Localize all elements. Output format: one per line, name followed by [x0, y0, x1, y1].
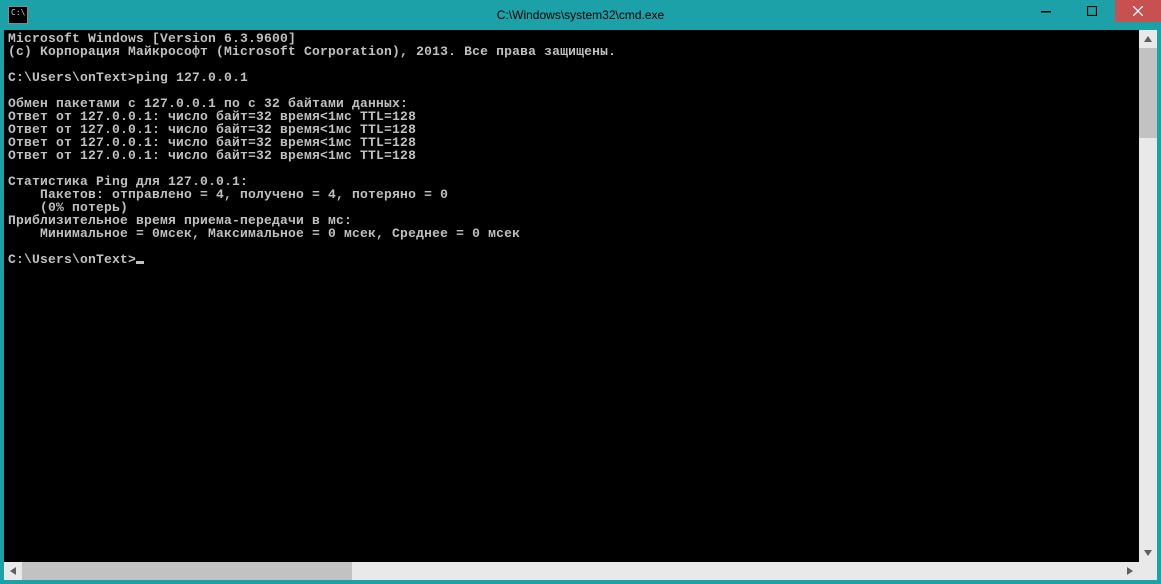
chevron-down-icon — [1144, 550, 1152, 556]
chevron-left-icon — [10, 567, 16, 575]
scroll-right-button[interactable] — [1121, 562, 1139, 580]
terminal-output: Microsoft Windows [Version 6.3.9600] (c)… — [8, 32, 1135, 266]
minimize-button[interactable] — [1023, 0, 1069, 22]
chevron-up-icon — [1144, 36, 1152, 42]
close-icon — [1133, 6, 1143, 16]
vertical-scroll-track[interactable] — [1139, 48, 1157, 544]
vertical-scroll-thumb[interactable] — [1139, 48, 1157, 138]
scroll-up-button[interactable] — [1139, 30, 1157, 48]
line-reply-4: Ответ от 127.0.0.1: число байт=32 время<… — [8, 148, 416, 163]
prompt-2-path: C:\Users\onText> — [8, 252, 136, 267]
scrollbar-corner — [1139, 562, 1157, 580]
cmd-icon[interactable] — [8, 6, 28, 24]
console-viewport[interactable]: Microsoft Windows [Version 6.3.9600] (c)… — [4, 30, 1139, 562]
scroll-left-button[interactable] — [4, 562, 22, 580]
close-button[interactable] — [1115, 0, 1161, 22]
window-controls — [1023, 0, 1161, 22]
chevron-right-icon — [1127, 567, 1133, 575]
prompt-1-path: C:\Users\onText> — [8, 70, 136, 85]
maximize-button[interactable] — [1069, 0, 1115, 22]
line-header-2: (c) Корпорация Майкрософт (Microsoft Cor… — [8, 44, 616, 59]
prompt-1-cmd: ping 127.0.0.1 — [136, 70, 248, 85]
vertical-scrollbar[interactable] — [1139, 30, 1157, 562]
minimize-icon — [1041, 6, 1051, 16]
horizontal-scroll-track[interactable] — [22, 562, 1121, 580]
horizontal-scrollbar[interactable] — [4, 562, 1139, 580]
maximize-icon — [1087, 6, 1097, 16]
window-title: C:\Windows\system32\cmd.exe — [497, 8, 664, 22]
cmd-window: C:\Windows\system32\cmd.exe Microsoft Wi… — [0, 0, 1161, 584]
horizontal-scroll-thumb[interactable] — [22, 562, 352, 580]
cursor — [136, 261, 144, 264]
titlebar[interactable]: C:\Windows\system32\cmd.exe — [0, 0, 1161, 30]
line-rtt-values: Минимальное = 0мсек, Максимальное = 0 мс… — [8, 226, 520, 241]
console-container: Microsoft Windows [Version 6.3.9600] (c)… — [0, 30, 1161, 584]
scroll-down-button[interactable] — [1139, 544, 1157, 562]
console-outer: Microsoft Windows [Version 6.3.9600] (c)… — [4, 30, 1157, 580]
